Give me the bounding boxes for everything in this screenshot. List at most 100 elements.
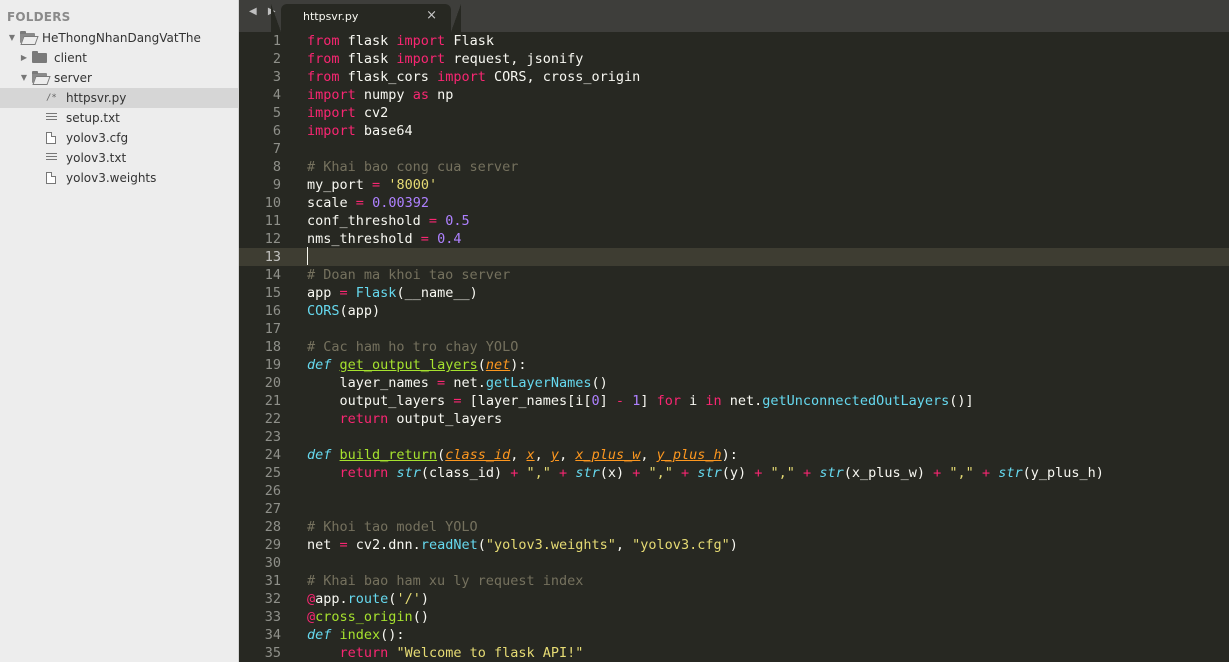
code-text: @cross_origin() [307, 609, 429, 625]
code-line[interactable]: 32 @app.route('/') [239, 590, 1229, 608]
file-yolov3-txt[interactable]: yolov3.txt [0, 148, 238, 168]
code-line[interactable]: 20 layer_names = net.getLayerNames() [239, 374, 1229, 392]
code-text: # Khai bao ham xu ly request index [307, 573, 584, 589]
line-number: 18 [264, 339, 281, 355]
close-icon[interactable]: × [426, 8, 437, 23]
code-line[interactable]: 9 my_port = '8000' [239, 176, 1229, 194]
tree-item-label: server [54, 71, 92, 85]
code-text: CORS(app) [307, 303, 381, 319]
line-number: 14 [264, 267, 281, 283]
code-line[interactable]: 28 # Khoi tao model YOLO [239, 518, 1229, 536]
line-number: 25 [264, 465, 281, 481]
code-text: layer_names = net.getLayerNames() [307, 375, 608, 391]
line-number: 21 [264, 393, 281, 409]
line-number: 19 [264, 357, 281, 373]
code-line[interactable]: 7 [239, 140, 1229, 158]
chevron-down-icon[interactable]: ▼ [19, 68, 29, 88]
line-number: 2 [272, 51, 281, 67]
code-line[interactable]: 14 # Doan ma khoi tao server [239, 266, 1229, 284]
code-line[interactable]: 1 from flask import Flask [239, 32, 1229, 50]
folder-open-icon [20, 31, 35, 43]
line-number: 12 [264, 231, 281, 247]
tree-item-label: httpsvr.py [66, 91, 127, 105]
file-yolov3-cfg[interactable]: yolov3.cfg [0, 128, 238, 148]
chevron-down-icon[interactable]: ▼ [7, 28, 17, 48]
code-line[interactable]: 6 import base64 [239, 122, 1229, 140]
code-line[interactable]: 35 return "Welcome to flask API!" [239, 644, 1229, 662]
code-text: my_port = '8000' [307, 177, 438, 193]
code-text: app = Flask(__name__) [307, 285, 478, 301]
file-icon [46, 172, 56, 184]
line-number: 15 [264, 285, 281, 301]
code-text: def get_output_layers(net): [307, 357, 527, 373]
line-number: 33 [264, 609, 281, 625]
code-line[interactable]: 15 app = Flask(__name__) [239, 284, 1229, 302]
line-number: 27 [264, 501, 281, 517]
code-line[interactable]: 24 def build_return(class_id, x, y, x_plu… [239, 446, 1229, 464]
line-number: 8 [272, 159, 281, 175]
code-text: def build_return(class_id, x, y, x_plus_… [307, 447, 738, 463]
file-icon [46, 132, 56, 144]
code-line[interactable]: 23 [239, 428, 1229, 446]
line-number: 11 [264, 213, 281, 229]
line-number: 6 [272, 123, 281, 139]
code-text: return str(class_id) + "," + str(x) + ",… [339, 465, 1104, 481]
sidebar: FOLDERS ▼ HeThongNhanDangVatThe ▶ client ▼ se… [0, 0, 239, 662]
code-line[interactable]: 8 # Khai bao cong cua server [239, 158, 1229, 176]
code-text: import cv2 [307, 105, 389, 121]
code-editor[interactable]: 1 from flask import Flask 2 from flask impo… [239, 32, 1229, 662]
code-line[interactable]: 18 # Cac ham ho tro chay YOLO [239, 338, 1229, 356]
file-httpsvr-py[interactable]: /* httpsvr.py [0, 88, 238, 108]
tab-httpsvr-py[interactable]: httpsvr.py × [271, 4, 461, 32]
code-line[interactable]: 10 scale = 0.00392 [239, 194, 1229, 212]
line-number: 35 [264, 645, 281, 661]
line-number: 26 [264, 483, 281, 499]
line-number: 3 [272, 69, 281, 85]
code-line[interactable]: 34 def index(): [239, 626, 1229, 644]
code-line[interactable]: 12 nms_threshold = 0.4 [239, 230, 1229, 248]
code-line[interactable]: 29 net = cv2.dnn.readNet("yolov3.weights"… [239, 536, 1229, 554]
code-text: from flask import Flask [307, 33, 494, 49]
line-number: 5 [272, 105, 281, 121]
code-line[interactable]: 13 [239, 248, 1229, 266]
folder-open-icon [32, 71, 47, 83]
code-line[interactable]: 25 return str(class_id) + "," + str(x) +… [239, 464, 1229, 482]
folders-header: FOLDERS [7, 10, 71, 24]
code-line[interactable]: 21 output_layers = [layer_names[i[0] - 1… [239, 392, 1229, 410]
file-yolov3-weights[interactable]: yolov3.weights [0, 168, 238, 188]
code-line[interactable]: 26 [239, 482, 1229, 500]
code-line[interactable]: 31 # Khai bao ham xu ly request index [239, 572, 1229, 590]
text-cursor [307, 247, 308, 265]
code-line[interactable]: 27 [239, 500, 1229, 518]
tree-item-label: yolov3.txt [66, 151, 127, 165]
code-text: # Khoi tao model YOLO [307, 519, 478, 535]
folder-client[interactable]: ▶ client [0, 48, 238, 68]
line-number: 23 [264, 429, 281, 445]
folder-icon [32, 51, 47, 63]
line-number: 16 [264, 303, 281, 319]
code-line[interactable]: 11 conf_threshold = 0.5 [239, 212, 1229, 230]
code-line[interactable]: 16 CORS(app) [239, 302, 1229, 320]
line-number: 29 [264, 537, 281, 553]
code-line[interactable]: 30 [239, 554, 1229, 572]
code-line[interactable]: 22 return output_layers [239, 410, 1229, 428]
code-text: from flask_cors import CORS, cross_origi… [307, 69, 641, 85]
code-line[interactable]: 2 from flask import request, jsonify [239, 50, 1229, 68]
code-text: # Doan ma khoi tao server [307, 267, 511, 283]
code-line[interactable]: 5 import cv2 [239, 104, 1229, 122]
file-setup-txt[interactable]: setup.txt [0, 108, 238, 128]
line-number: 1 [272, 33, 281, 49]
code-line[interactable]: 3 from flask_cors import CORS, cross_orig… [239, 68, 1229, 86]
code-file-icon: /* [46, 93, 57, 103]
code-line[interactable]: 17 [239, 320, 1229, 338]
code-text: # Khai bao cong cua server [307, 159, 519, 175]
tab-bar: ◀ ▶ httpsvr.py × [239, 0, 1229, 32]
folder-hethongnhandangvatthe[interactable]: ▼ HeThongNhanDangVatThe [0, 28, 238, 48]
code-line[interactable]: 33 @cross_origin() [239, 608, 1229, 626]
code-line[interactable]: 4 import numpy as np [239, 86, 1229, 104]
line-number: 9 [272, 177, 281, 193]
chevron-right-icon[interactable]: ▶ [19, 48, 29, 68]
folder-server[interactable]: ▼ server [0, 68, 238, 88]
code-line[interactable]: 19 def get_output_layers(net): [239, 356, 1229, 374]
code-text: # Cac ham ho tro chay YOLO [307, 339, 519, 355]
